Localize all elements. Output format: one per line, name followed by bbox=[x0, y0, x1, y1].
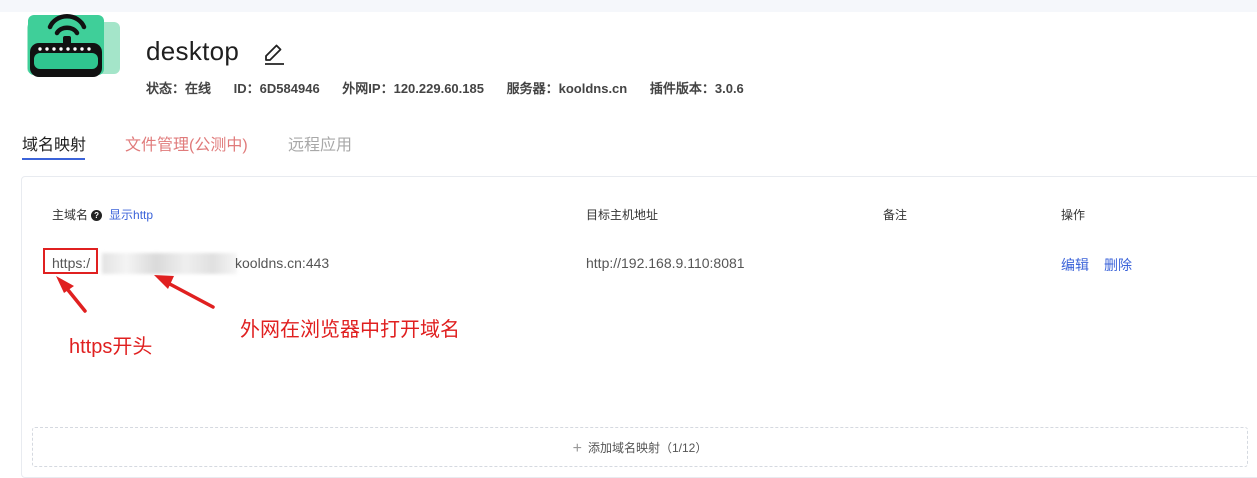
edit-link[interactable]: 编辑 bbox=[1061, 255, 1089, 275]
annotation-open-in-browser: 外网在浏览器中打开域名 bbox=[240, 319, 460, 341]
add-mapping-label: 添加域名映射（1/12） bbox=[587, 441, 708, 455]
edit-name-icon[interactable] bbox=[262, 42, 286, 66]
plugin-version-info: 插件版本：3.0.6 bbox=[649, 81, 744, 96]
tab-remote-app[interactable]: 远程应用 bbox=[288, 131, 352, 155]
server-info: 服务器：kooldns.cn bbox=[506, 81, 628, 96]
header-action: 操作 bbox=[1061, 208, 1086, 222]
tab-domain-mapping[interactable]: 域名映射 bbox=[22, 131, 86, 155]
active-tab-indicator bbox=[22, 158, 85, 160]
status-info: 状态：在线 bbox=[146, 81, 212, 96]
annotation-https-start: https开头 bbox=[69, 336, 153, 358]
router-logo-icon bbox=[22, 5, 122, 81]
show-http-link[interactable]: 显示http bbox=[109, 208, 153, 222]
redacted-subdomain bbox=[102, 253, 237, 274]
plus-icon: + bbox=[572, 440, 582, 457]
device-meta: 状态：在线 ID：6D584946 外网IP：120.229.60.185 服务… bbox=[146, 78, 763, 97]
domain-suffix: kooldns.cn:443 bbox=[235, 255, 330, 271]
top-strip bbox=[0, 0, 1257, 12]
target-address: http://192.168.9.110:8081 bbox=[586, 255, 745, 271]
delete-link[interactable]: 删除 bbox=[1104, 255, 1132, 275]
id-info: ID：6D584946 bbox=[233, 81, 320, 96]
header-note: 备注 bbox=[883, 208, 908, 222]
help-icon[interactable]: ? bbox=[91, 210, 103, 221]
add-domain-mapping-button[interactable]: + 添加域名映射（1/12） bbox=[32, 427, 1248, 467]
header-target: 目标主机地址 bbox=[586, 208, 659, 222]
public-ip-info: 外网IP：120.229.60.185 bbox=[342, 81, 484, 96]
device-title: desktop bbox=[146, 36, 240, 66]
https-highlight-box bbox=[43, 248, 98, 274]
tab-file-manager[interactable]: 文件管理(公测中) bbox=[125, 131, 248, 155]
header-domain: 主域名? 显示http bbox=[52, 208, 154, 222]
